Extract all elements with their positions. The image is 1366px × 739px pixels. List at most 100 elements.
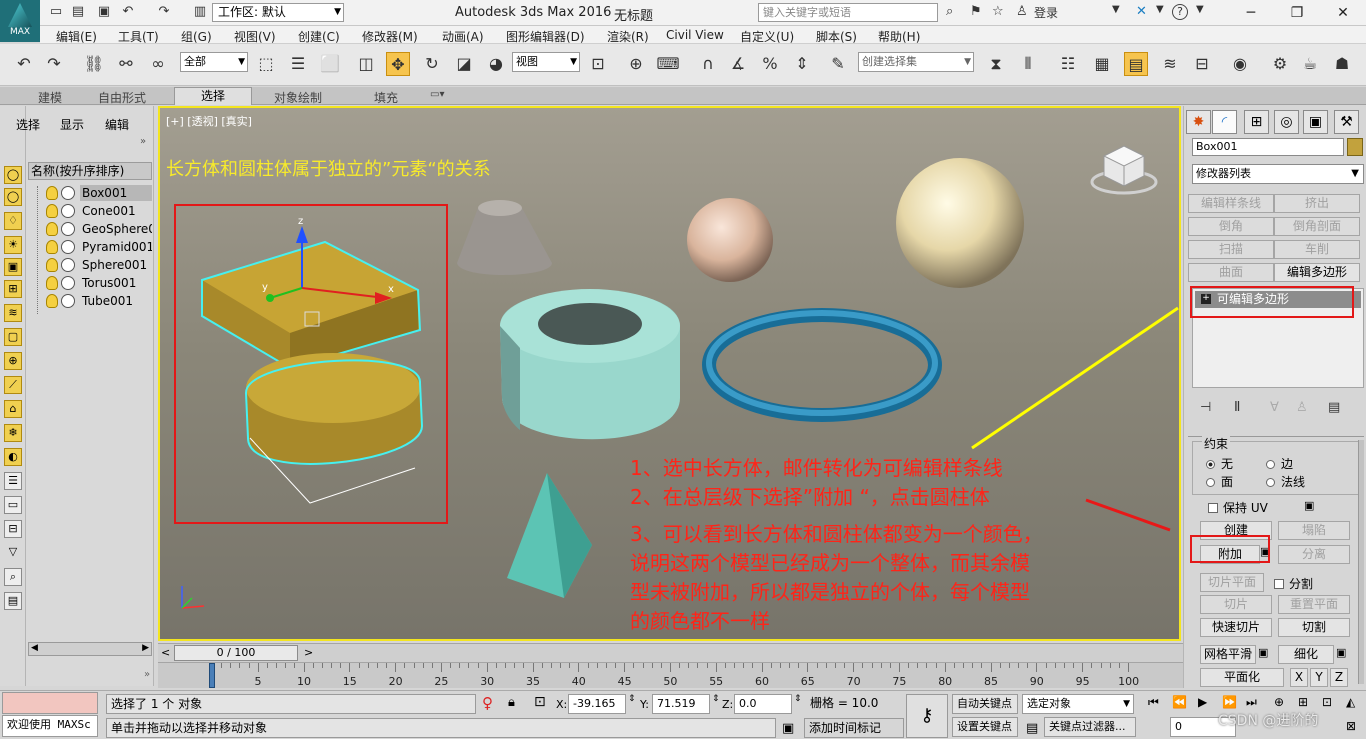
select-and-scale-icon[interactable]: ◪: [452, 52, 476, 76]
maximize-viewport-icon[interactable]: ⊠: [1346, 719, 1356, 733]
freeze-toggle-icon[interactable]: [61, 258, 75, 272]
menu-help[interactable]: 帮助(H): [878, 28, 920, 45]
help-icon[interactable]: ?: [1172, 4, 1188, 20]
modifier-list-dropdown[interactable]: 修改器列表 ▼: [1192, 164, 1364, 184]
y-spinner-icon[interactable]: ⇕: [712, 694, 720, 704]
hidden-filter-icon[interactable]: ◐: [4, 448, 22, 466]
go-to-start-icon[interactable]: ⏮: [1148, 695, 1159, 710]
explorer-options-icon[interactable]: ▤: [4, 592, 22, 610]
tessellate-settings-icon[interactable]: ▣: [1336, 646, 1346, 659]
menu-scripting[interactable]: 脚本(S): [816, 28, 857, 45]
explorer-tab-edit[interactable]: 编辑: [105, 116, 129, 133]
list-item-geosphere[interactable]: GeoSphere0: [26, 220, 154, 238]
list-item-sphere001[interactable]: Sphere001: [26, 256, 154, 274]
ribbon-tab-modeling[interactable]: 建模: [38, 89, 62, 106]
show-end-result-icon[interactable]: Ⅱ: [1234, 400, 1240, 415]
track-bar[interactable]: » 05101520253035404550556065707580859095…: [144, 662, 1186, 688]
surface-button[interactable]: 曲面: [1188, 263, 1274, 282]
freeze-toggle-icon[interactable]: [61, 276, 75, 290]
keyboard-shortcut-override-icon[interactable]: ⌨: [656, 52, 680, 76]
tube-object[interactable]: [500, 289, 680, 440]
next-frame-icon[interactable]: ⏩: [1222, 695, 1237, 709]
hierarchy-tab-icon[interactable]: ⊞: [1244, 110, 1269, 134]
window-crossing-icon[interactable]: ◫: [354, 52, 378, 76]
viewcube[interactable]: [1090, 138, 1158, 198]
bind-space-warp-icon[interactable]: ∞: [146, 52, 170, 76]
explorer-column-header[interactable]: 名称(按升序排序): [28, 162, 152, 180]
binoculars-icon[interactable]: ⌕: [946, 4, 953, 19]
constraint-normal-radio[interactable]: 法线: [1266, 473, 1305, 490]
find-icon[interactable]: ⌕: [4, 568, 22, 586]
ribbon-tab-selection[interactable]: 选择: [174, 87, 253, 105]
quick-slice-button[interactable]: 快速切片: [1200, 618, 1272, 637]
new-file-icon[interactable]: ▭: [48, 4, 64, 20]
freeze-toggle-icon[interactable]: [61, 204, 75, 218]
render-setup-icon[interactable]: ⚙: [1268, 52, 1292, 76]
list-item-tube001[interactable]: Tube001: [26, 292, 154, 310]
explorer-tab-select[interactable]: 选择: [16, 116, 40, 133]
slice-button[interactable]: 切片: [1200, 595, 1272, 614]
help-dropdown-icon[interactable]: ▼: [1196, 4, 1204, 15]
time-tag-icon[interactable]: ▣: [782, 721, 794, 736]
explorer-horizontal-scrollbar[interactable]: ◀ ▶: [28, 642, 152, 656]
freeze-toggle-icon[interactable]: [61, 222, 75, 236]
perspective-viewport[interactable]: [+] [透视] [真实] 长方体和圆柱体属于独立的”元素“的关系 z y x …: [158, 106, 1181, 641]
time-prev-icon[interactable]: <: [161, 646, 170, 659]
rendered-frame-window-icon[interactable]: ☕: [1298, 52, 1322, 76]
display-all-icon[interactable]: ◯: [4, 166, 22, 184]
auto-key-button[interactable]: 自动关键点: [952, 694, 1018, 714]
current-frame-marker[interactable]: [209, 663, 215, 688]
make-unique-icon[interactable]: ∀: [1270, 400, 1279, 415]
freeze-toggle-icon[interactable]: [61, 294, 75, 308]
motion-tab-icon[interactable]: ◎: [1274, 110, 1299, 134]
menu-civil-view[interactable]: Civil View: [666, 28, 724, 42]
explorer-tab-display[interactable]: 显示: [60, 116, 84, 133]
frozen-filter-icon[interactable]: ❄: [4, 424, 22, 442]
workspace-dropdown[interactable]: 工作区: 默认 ▼: [212, 3, 344, 22]
isolate-selection-icon[interactable]: ♀: [482, 694, 493, 712]
pivot-center-icon[interactable]: ⊡: [586, 52, 610, 76]
add-time-tag-button[interactable]: 添加时间标记: [804, 718, 904, 738]
pyramid-object[interactable]: [507, 473, 592, 598]
scene-explorer-icon[interactable]: ▦: [1090, 52, 1114, 76]
bones-filter-icon[interactable]: ⟋: [4, 376, 22, 394]
pin-stack-icon[interactable]: ⊣: [1200, 400, 1211, 415]
extrude-button[interactable]: 挤出: [1274, 194, 1360, 213]
reset-plane-button[interactable]: 重置平面: [1278, 595, 1350, 614]
x-coordinate-field[interactable]: -39.165: [568, 694, 626, 714]
app-logo[interactable]: MAX: [0, 0, 40, 42]
minimize-button[interactable]: ─: [1228, 0, 1274, 26]
preserve-uv-checkbox[interactable]: 保持 UV: [1208, 499, 1268, 516]
light-bulb-icon[interactable]: [46, 294, 58, 308]
ribbon-toggle-icon[interactable]: ▤: [1124, 52, 1148, 76]
play-icon[interactable]: ▶: [1198, 695, 1207, 709]
key-filters-button[interactable]: 关键点过滤器...: [1044, 717, 1136, 737]
menu-create[interactable]: 创建(C): [298, 28, 340, 45]
light-bulb-icon[interactable]: [46, 204, 58, 218]
link-icon[interactable]: ⛓: [82, 52, 106, 76]
spinner-snap-icon[interactable]: ⇕: [790, 52, 814, 76]
login-dropdown-icon[interactable]: ▼: [1112, 4, 1120, 15]
xrefs-filter-icon[interactable]: ⊕: [4, 352, 22, 370]
select-and-rotate-icon[interactable]: ↻: [420, 52, 444, 76]
shapes-filter-icon[interactable]: ♢: [4, 212, 22, 230]
lathe-button[interactable]: 车削: [1274, 240, 1360, 259]
remove-modifier-icon[interactable]: ♙: [1296, 400, 1308, 415]
field-of-view-icon[interactable]: ◭: [1346, 695, 1355, 709]
time-slider[interactable]: 0 / 100: [174, 645, 298, 661]
mirror-icon[interactable]: ⧗: [984, 52, 1008, 76]
slice-plane-button[interactable]: 切片平面: [1200, 573, 1264, 592]
select-by-name-icon[interactable]: ☰: [286, 52, 310, 76]
meshsmooth-settings-icon[interactable]: ▣: [1258, 646, 1268, 659]
undo-icon[interactable]: ↶: [12, 52, 36, 76]
set-key-icon[interactable]: ⚷: [906, 694, 948, 738]
save-icon[interactable]: ▣: [96, 4, 112, 20]
command-panel-scrollbar[interactable]: [1358, 440, 1364, 684]
ribbon-tab-freeform[interactable]: 自由形式: [98, 89, 146, 106]
sweep-button[interactable]: 扫描: [1188, 240, 1274, 259]
absolute-mode-icon[interactable]: ⊡: [534, 694, 546, 710]
select-none-icon[interactable]: ▭: [4, 496, 22, 514]
helpers-filter-icon[interactable]: ⊞: [4, 280, 22, 298]
exchange-icon[interactable]: ✕: [1136, 4, 1147, 19]
menu-tools[interactable]: 工具(T): [118, 28, 159, 45]
